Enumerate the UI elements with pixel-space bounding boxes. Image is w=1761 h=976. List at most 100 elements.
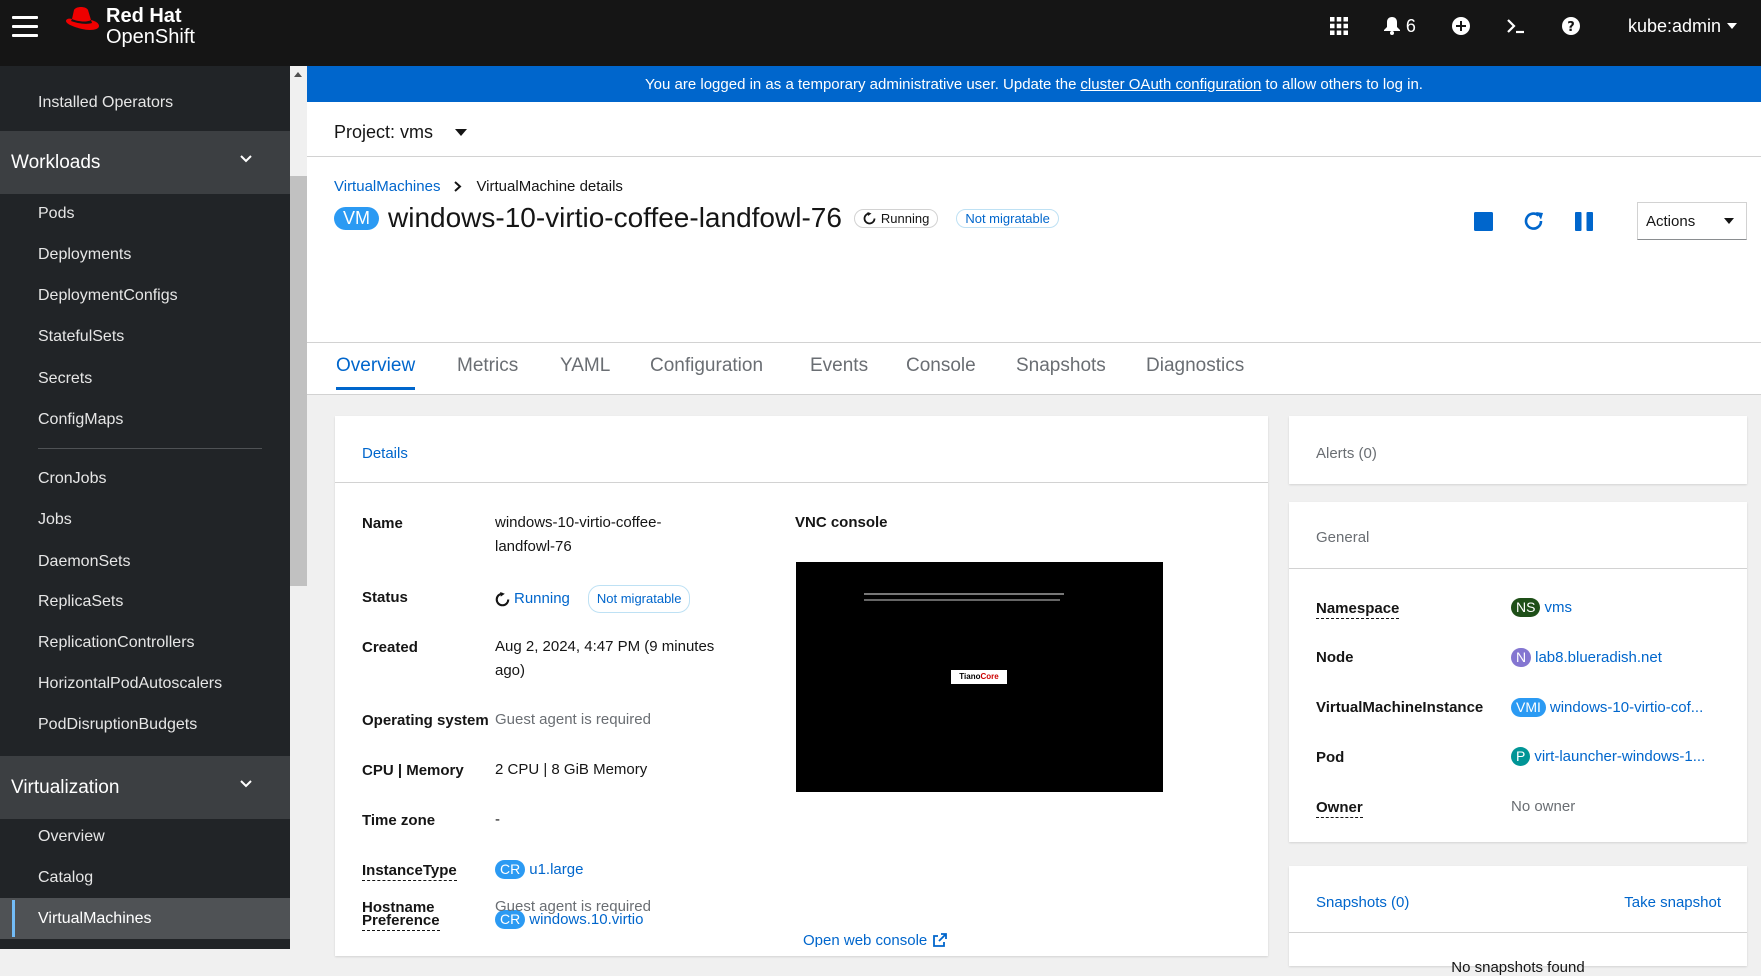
tab-bar: Overview Metrics YAML Configuration Even…	[307, 343, 1761, 395]
sidebar-item-deploymentconfigs[interactable]: DeploymentConfigs	[0, 275, 290, 316]
vnc-boot-text	[864, 593, 1064, 595]
alerts-card: Alerts (0)	[1289, 416, 1747, 484]
details-title-link[interactable]: Details	[362, 445, 408, 462]
sidebar-item-installed-operators[interactable]: Installed Operators	[0, 82, 290, 123]
vmi-label: VirtualMachineInstance	[1316, 699, 1484, 716]
node-badge: N	[1511, 648, 1532, 667]
terminal-icon[interactable]	[1506, 18, 1526, 34]
sync-icon	[495, 591, 510, 606]
name-value-line1: windows-10-virtio-coffee-	[495, 514, 662, 531]
sidebar-item-configmaps[interactable]: ConfigMaps	[0, 399, 290, 440]
pod-value: Pvirt-launcher-windows-1...	[1511, 745, 1705, 769]
tab-overview[interactable]: Overview	[336, 355, 416, 390]
tab-snapshots[interactable]: Snapshots	[1016, 355, 1106, 387]
sidebar-item-daemonsets[interactable]: DaemonSets	[0, 541, 290, 582]
hostname-label: Hostname	[362, 899, 435, 916]
vmi-badge: VMI	[1511, 698, 1546, 717]
chevron-down-icon	[240, 780, 252, 788]
sidebar-section-virtualization[interactable]: Virtualization	[0, 756, 290, 819]
node-label: Node	[1316, 649, 1354, 666]
bell-icon	[1383, 17, 1400, 35]
sidebar-item-virt-overview[interactable]: Overview	[0, 816, 290, 857]
scroll-up-arrow-icon[interactable]	[294, 72, 302, 77]
sidebar-item-jobs[interactable]: Jobs	[0, 499, 290, 540]
svg-text:?: ?	[1567, 20, 1575, 35]
actions-dropdown[interactable]: Actions	[1637, 202, 1747, 240]
tab-events[interactable]: Events	[810, 355, 868, 387]
namespace-link[interactable]: vms	[1544, 599, 1572, 616]
alerts-title: Alerts (0)	[1316, 445, 1377, 462]
created-value-line2: ago)	[495, 662, 526, 679]
oauth-config-link[interactable]: cluster OAuth configuration	[1080, 76, 1261, 93]
pod-link[interactable]: virt-launcher-windows-1...	[1534, 748, 1705, 765]
instancetype-label[interactable]: InstanceType	[362, 862, 457, 881]
sidebar-item-replicasets[interactable]: ReplicaSets	[0, 581, 290, 622]
sync-icon	[863, 211, 876, 224]
sidebar-item-secrets[interactable]: Secrets	[0, 358, 290, 399]
brand-line2: OpenShift	[106, 26, 195, 48]
sidebar-scrollbar[interactable]	[290, 66, 307, 949]
restart-icon[interactable]	[1523, 210, 1545, 232]
instancetype-link[interactable]: u1.large	[529, 861, 583, 878]
timezone-label: Time zone	[362, 812, 436, 829]
sidebar-item-deployments[interactable]: Deployments	[0, 234, 290, 275]
vnc-console-screen[interactable]: TianoCore	[796, 562, 1163, 792]
name-value-line2: landfowl-76	[495, 538, 572, 555]
main-content: You are logged in as a temporary adminis…	[307, 66, 1761, 976]
os-value: Guest agent is required	[495, 711, 651, 728]
namespace-label[interactable]: Namespace	[1316, 600, 1400, 619]
help-icon[interactable]: ?	[1561, 17, 1580, 35]
app-launcher-icon[interactable]	[1329, 17, 1348, 35]
owner-label[interactable]: Owner	[1316, 799, 1363, 818]
add-icon[interactable]	[1451, 17, 1470, 35]
sidebar-item-replicationcontrollers[interactable]: ReplicationControllers	[0, 622, 290, 663]
scrollbar-thumb[interactable]	[290, 176, 307, 586]
details-divider	[335, 482, 1268, 483]
open-web-console-link[interactable]: Open web console	[803, 933, 948, 947]
notifications-count: 6	[1405, 15, 1416, 36]
sidebar-item-catalog[interactable]: Catalog	[0, 857, 290, 898]
project-selector[interactable]: Project: vms	[334, 122, 468, 143]
tab-metrics[interactable]: Metrics	[457, 355, 518, 387]
tab-console[interactable]: Console	[906, 355, 976, 387]
snapshots-title-link[interactable]: Snapshots (0)	[1316, 894, 1409, 911]
hamburger-menu-icon[interactable]	[12, 16, 38, 38]
red-hat-logo-icon	[66, 7, 99, 30]
ns-badge: NS	[1511, 598, 1541, 617]
sidebar-item-horizontalpodautoscalers[interactable]: HorizontalPodAutoscalers	[0, 663, 290, 704]
tab-diagnostics[interactable]: Diagnostics	[1146, 355, 1244, 387]
cpu-memory-label: CPU | Memory	[362, 762, 464, 779]
vmi-link[interactable]: windows-10-virtio-cof...	[1550, 699, 1703, 716]
sidebar-item-virtualmachines[interactable]: VirtualMachines	[0, 898, 290, 939]
node-value: Nlab8.blueradish.net	[1511, 646, 1662, 670]
pod-label: Pod	[1316, 749, 1345, 766]
instancetype-value: CR u1.large	[495, 858, 583, 882]
vmi-value: VMI windows-10-virtio-cof...	[1511, 696, 1703, 720]
breadcrumb-virtualmachines-link[interactable]: VirtualMachines	[334, 178, 440, 195]
take-snapshot-link[interactable]: Take snapshot	[1624, 894, 1721, 911]
status-running-link[interactable]: Running	[514, 587, 570, 611]
owner-value: No owner	[1511, 798, 1576, 815]
project-divider	[307, 156, 1761, 157]
admin-banner: You are logged in as a temporary adminis…	[307, 66, 1761, 102]
sidebar-item-statefulsets[interactable]: StatefulSets	[0, 316, 290, 357]
stop-icon[interactable]	[1474, 211, 1493, 231]
sidebar-section-workloads[interactable]: Workloads	[0, 131, 290, 194]
general-divider	[1289, 568, 1747, 569]
pause-icon[interactable]	[1575, 211, 1593, 231]
notifications-button[interactable]: 6	[1383, 15, 1416, 37]
tab-configuration[interactable]: Configuration	[650, 355, 763, 387]
breadcrumb-current: VirtualMachine details	[476, 178, 623, 195]
breadcrumb: VirtualMachines VirtualMachine details	[334, 178, 623, 195]
page-title: windows-10-virtio-coffee-landfowl-76	[388, 202, 842, 233]
sidebar-item-pods[interactable]: Pods	[0, 193, 290, 234]
user-menu[interactable]: kube:admin	[1628, 16, 1737, 37]
sidebar-item-poddisruptionbudgets[interactable]: PodDisruptionBudgets	[0, 704, 290, 745]
node-link[interactable]: lab8.blueradish.net	[1535, 649, 1662, 666]
caret-down-icon	[1724, 218, 1734, 224]
sidebar-divider	[38, 448, 262, 449]
sidebar-item-cronjobs[interactable]: CronJobs	[0, 458, 290, 499]
brand-logo[interactable]: Red Hat OpenShift	[64, 6, 195, 48]
tab-yaml[interactable]: YAML	[560, 355, 610, 387]
vm-badge: VM	[334, 206, 379, 230]
